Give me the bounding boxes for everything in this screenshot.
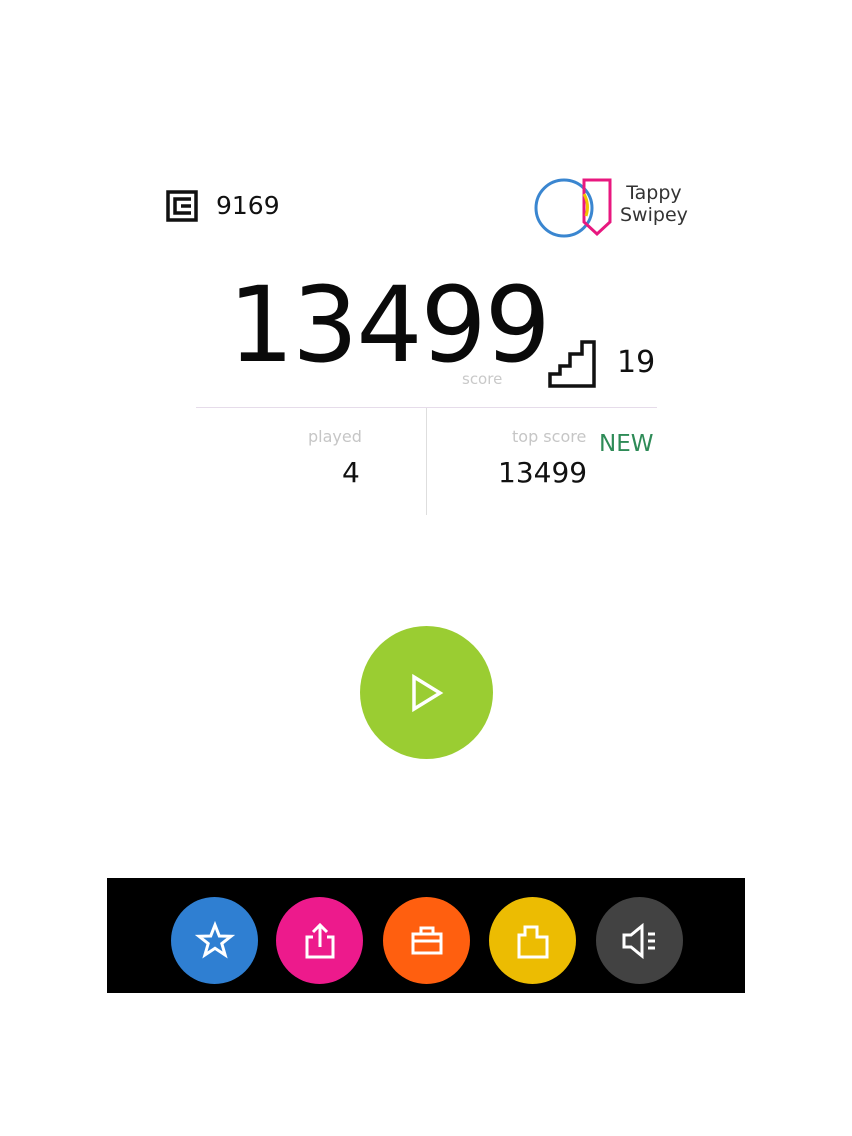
played-value: 4 [342, 456, 360, 489]
played-label: played [308, 427, 362, 446]
coin-count: 9169 [216, 191, 280, 220]
level-value: 19 [617, 345, 656, 380]
puzzle-button[interactable] [489, 897, 576, 984]
sound-button[interactable] [596, 897, 683, 984]
score-value: 13499 [228, 264, 551, 386]
shop-button[interactable] [383, 897, 470, 984]
top-score-value: 13499 [498, 456, 588, 489]
logo-icon [534, 178, 612, 238]
score-label: score [462, 370, 503, 388]
share-icon [305, 922, 334, 958]
star-icon [194, 920, 235, 959]
new-record-badge: NEW [599, 431, 654, 457]
logo-text: Tappy Swipey [620, 182, 688, 226]
coin-icon [166, 190, 198, 222]
play-button[interactable] [360, 626, 493, 759]
stairs-icon [548, 340, 596, 388]
rate-button[interactable] [171, 897, 258, 984]
briefcase-icon [411, 926, 442, 954]
puzzle-icon [517, 925, 548, 958]
divider-vertical [426, 408, 427, 515]
share-button[interactable] [276, 897, 363, 984]
top-score-label: top score [512, 427, 587, 446]
play-icon [411, 673, 443, 712]
logo-line-1: Tappy [626, 182, 682, 204]
speaker-icon [622, 922, 655, 959]
logo-line-2: Swipey [620, 204, 688, 226]
